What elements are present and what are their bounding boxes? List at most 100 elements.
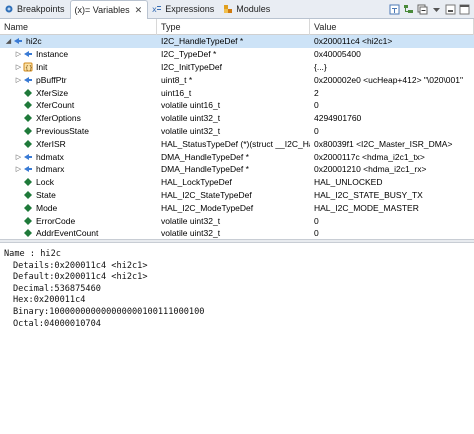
expand-arrow-icon[interactable]: ▷ [14, 63, 23, 71]
tab-label: Modules [236, 4, 271, 14]
name-cell: ▷ pBuffPtr [0, 73, 157, 86]
table-row[interactable]: State HAL_I2C_StateTypeDef HAL_I2C_STATE_B… [0, 189, 474, 202]
name-cell: ◢ hi2c [0, 35, 157, 48]
name-cell: Mode [0, 201, 157, 214]
expand-arrow-icon[interactable]: ▷ [14, 153, 23, 161]
expand-arrow-icon[interactable]: ▷ [14, 165, 23, 173]
value-cell[interactable]: 0x2000117c <hdma_i2c1_tx> [310, 150, 474, 163]
variable-name: hdmatx [36, 151, 64, 162]
tab-expressions[interactable]: x Expressions [148, 0, 219, 18]
field-variable-icon [23, 190, 33, 200]
tab-modules[interactable]: Modules [219, 0, 275, 18]
value-cell[interactable]: 0 [310, 125, 474, 138]
value-cell[interactable]: 0 [310, 214, 474, 227]
field-variable-icon [23, 203, 33, 213]
column-header-value[interactable]: Value [310, 19, 474, 35]
value-cell[interactable]: 0x40005400 [310, 48, 474, 61]
value-cell[interactable]: HAL_I2C_MODE_MASTER [310, 201, 474, 214]
pointer-variable-icon [23, 49, 33, 59]
variable-name: State [36, 189, 56, 200]
type-cell: volatile uint32_t [161, 113, 221, 124]
variable-name: Mode [36, 202, 58, 213]
variable-name: XferISR [36, 138, 66, 149]
name-cell: ▷ hdmarx [0, 163, 157, 176]
table-body: ◢ hi2c I2C_HandleTypeDef * 0x200011c4 <hi2c… [0, 35, 474, 239]
variable-name: XferSize [36, 87, 69, 98]
tab-variables[interactable]: (x)= Variables ✕ [69, 0, 149, 19]
value-cell[interactable]: 0x20001210 <hdma_i2c1_rx> [310, 163, 474, 176]
value-cell[interactable]: HAL_UNLOCKED [310, 176, 474, 189]
field-variable-icon [23, 113, 33, 123]
table-row[interactable]: ▷ Instance I2C_TypeDef * 0x40005400 [0, 48, 474, 61]
minimize-icon[interactable] [444, 3, 457, 16]
variable-name: PreviousState [36, 125, 89, 136]
type-cell: HAL_I2C_ModeTypeDef [161, 202, 254, 213]
show-type-names-icon[interactable] [388, 3, 401, 16]
name-cell: XferSize [0, 86, 157, 99]
value-cell[interactable]: 0x80039f1 <I2C_Master_ISR_DMA> [310, 137, 474, 150]
table-row[interactable]: ◢ hi2c I2C_HandleTypeDef * 0x200011c4 <hi2c… [0, 35, 474, 48]
value-cell[interactable]: 0x200011c4 <hi2c1> [310, 35, 474, 48]
table-row[interactable]: PreviousState volatile uint32_t 0 [0, 125, 474, 138]
variable-name: XferCount [36, 100, 75, 111]
svg-text:x: x [152, 5, 157, 14]
value-cell[interactable]: HAL_I2C_STATE_BUSY_TX [310, 189, 474, 202]
value-cell[interactable]: 0 [310, 99, 474, 112]
struct-variable-icon: {} [23, 62, 33, 72]
details-line: Binary:100000000000000000100111000100 [13, 306, 205, 317]
value-cell[interactable]: 0x200002e0 <ucHeap+412> "\020\001" [310, 73, 474, 86]
details-line: Hex:0x200011c4 [13, 295, 86, 306]
details-text: Name : hi2c Details:0x200011c4 <hi2c1> Def… [4, 249, 474, 330]
value-cell[interactable]: 2 [310, 86, 474, 99]
table-header: Name Type Value [0, 19, 474, 35]
tab-label: Expressions [165, 4, 215, 14]
type-cell: DMA_HandleTypeDef * [161, 164, 249, 175]
value-cell[interactable]: 0 [310, 227, 474, 239]
close-icon[interactable]: ✕ [135, 5, 143, 16]
field-variable-icon [23, 100, 33, 110]
tab-label: (x)= Variables [74, 5, 130, 15]
table-row[interactable]: AddrEventCount volatile uint32_t 0 [0, 227, 474, 239]
type-cell: uint8_t * [161, 74, 193, 85]
tab-breakpoints[interactable]: Breakpoints [0, 0, 70, 18]
type-cell: volatile uint32_t [161, 125, 221, 136]
expand-arrow-icon[interactable]: ▷ [14, 50, 23, 58]
details-pane[interactable]: Name : hi2c Details:0x200011c4 <hi2c1> Def… [0, 243, 474, 434]
menu-icon[interactable] [430, 3, 443, 16]
variable-name: hdmarx [36, 164, 65, 175]
type-cell: HAL_LockTypeDef [161, 177, 232, 188]
table-row[interactable]: XferOptions volatile uint32_t 4294901760 [0, 112, 474, 125]
expand-arrow-icon[interactable]: ▷ [14, 76, 23, 84]
value-cell[interactable]: {...} [310, 61, 474, 74]
name-cell: ▷{} Init [0, 61, 157, 74]
details-line: Default:0x200011c4 <hi2c1> [13, 272, 148, 283]
table-row[interactable]: Lock HAL_LockTypeDef HAL_UNLOCKED [0, 176, 474, 189]
variable-name: Instance [36, 49, 69, 60]
table-row[interactable]: XferISR HAL_StatusTypeDef (*)(struct __I2… [0, 137, 474, 150]
table-row[interactable]: ErrorCode volatile uint32_t 0 [0, 214, 474, 227]
collapse-arrow-icon[interactable]: ◢ [4, 37, 13, 45]
variables-tree-table: Name Type Value ◢ hi2c I2C_HandleTypeDef *… [0, 19, 474, 239]
type-cell: volatile uint16_t [161, 100, 221, 111]
details-line: Octal:04000010704 [13, 318, 101, 329]
show-logical-structure-icon[interactable] [402, 3, 415, 16]
field-variable-icon [23, 139, 33, 149]
name-cell: Lock [0, 176, 157, 189]
table-row[interactable]: ▷ pBuffPtr uint8_t * 0x200002e0 <ucHeap+412… [0, 73, 474, 86]
details-line: Decimal:536875460 [13, 283, 101, 294]
column-header-type[interactable]: Type [157, 19, 310, 35]
column-header-name[interactable]: Name [0, 19, 157, 35]
type-cell: uint16_t [161, 87, 192, 98]
pointer-variable-icon [13, 36, 23, 46]
table-row[interactable]: ▷ hdmarx DMA_HandleTypeDef * 0x20001210 <hd… [0, 163, 474, 176]
table-row[interactable]: ▷{} Init I2C_InitTypeDef {...} [0, 61, 474, 74]
maximize-icon[interactable] [458, 3, 471, 16]
table-row[interactable]: Mode HAL_I2C_ModeTypeDef HAL_I2C_MODE_MAST… [0, 201, 474, 214]
name-cell: ErrorCode [0, 214, 157, 227]
value-cell[interactable]: 4294901760 [310, 112, 474, 125]
table-row[interactable]: XferSize uint16_t 2 [0, 86, 474, 99]
collapse-all-icon[interactable] [416, 3, 429, 16]
table-row[interactable]: ▷ hdmatx DMA_HandleTypeDef * 0x2000117c <hd… [0, 150, 474, 163]
tab-label: Breakpoints [17, 4, 65, 14]
table-row[interactable]: XferCount volatile uint16_t 0 [0, 99, 474, 112]
